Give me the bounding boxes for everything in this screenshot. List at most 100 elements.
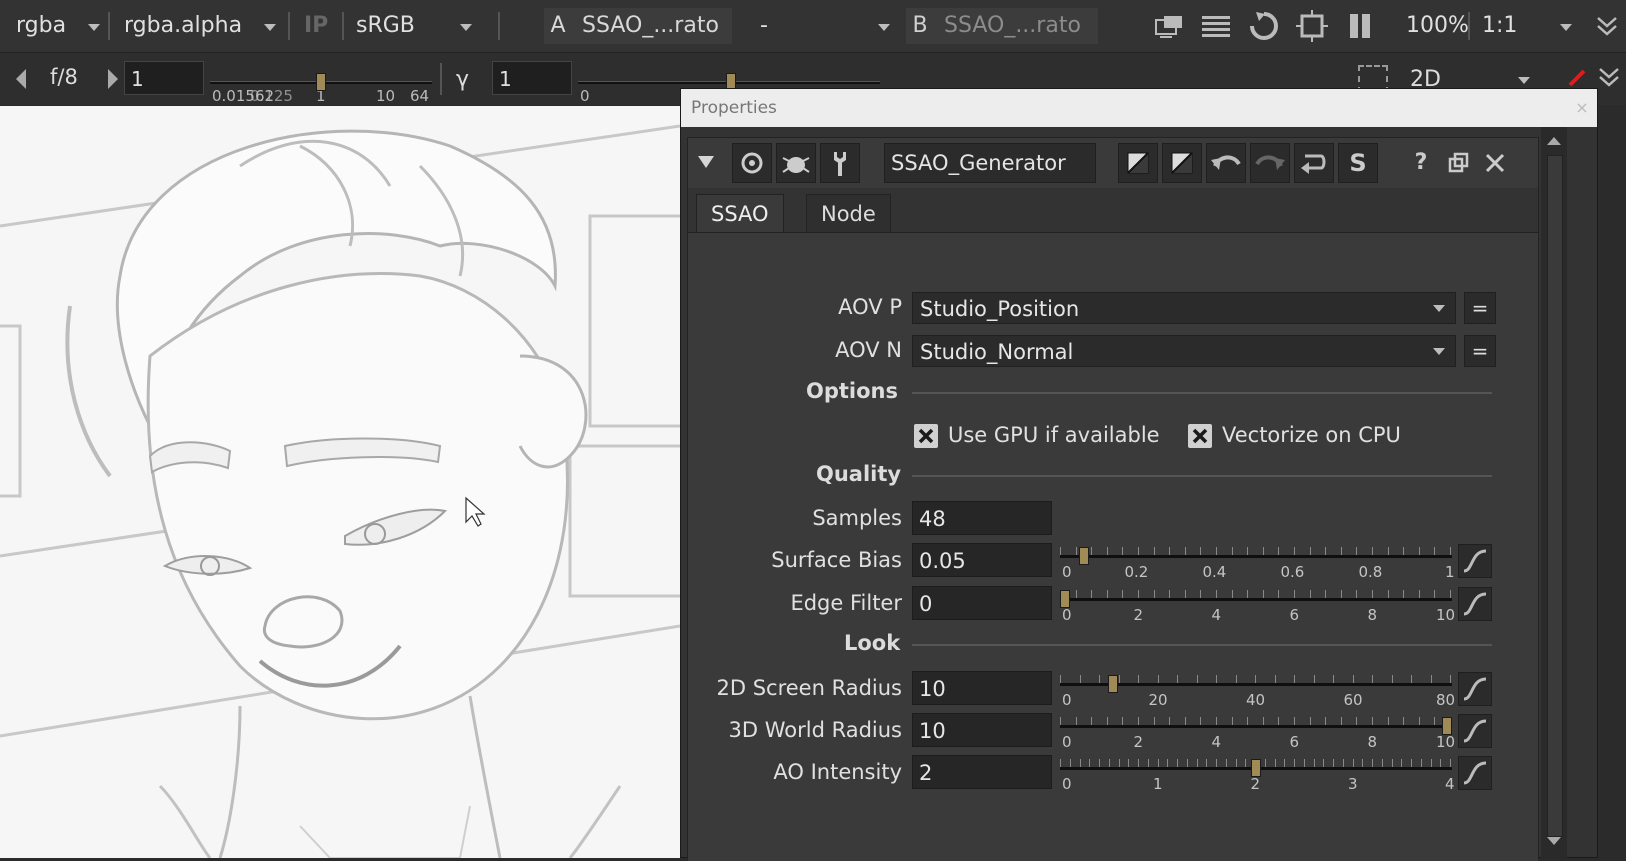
slider-tick [1372, 590, 1373, 598]
slider-handle[interactable] [1442, 717, 1452, 735]
slider-tick [1158, 759, 1159, 767]
colorspace-dropdown[interactable]: sRGB [348, 6, 478, 46]
gain-slider[interactable]: 0.01562 0.125 1 10 64 [210, 63, 432, 105]
slider-tick [1245, 759, 1246, 767]
close-icon[interactable] [1482, 150, 1508, 176]
slider-tick-label: 6 [1289, 733, 1300, 751]
node-name-field[interactable]: SSAO_Generator [884, 143, 1096, 183]
slider-tick [1138, 717, 1139, 725]
samples-input[interactable]: 48 [912, 501, 1052, 535]
slider-handle[interactable] [1251, 759, 1261, 777]
gain-handle[interactable] [316, 73, 326, 91]
close-icon[interactable]: × [1573, 99, 1591, 117]
input-a-selector[interactable]: A SSAO_...rato [544, 8, 732, 44]
viewer-input-icon[interactable] [732, 143, 772, 183]
gpu-checkbox[interactable] [914, 424, 938, 448]
scroll-thumb[interactable] [1547, 155, 1563, 837]
ratio-dropdown[interactable]: 1:1 [1474, 6, 1574, 46]
wrench-icon[interactable] [820, 143, 860, 183]
curve-icon[interactable] [1458, 587, 1492, 621]
slider-tick [1148, 759, 1149, 767]
slider-handle[interactable] [1079, 547, 1089, 565]
screen-radius-slider[interactable]: 0 20 40 60 80 [1060, 671, 1455, 709]
roi-icon[interactable] [1294, 8, 1330, 44]
screen-radius-label: 2D Screen Radius [716, 676, 903, 700]
aov-n-value: Studio_Normal [920, 340, 1074, 364]
next-frame-icon[interactable] [106, 67, 120, 91]
channels-dropdown[interactable]: rgba [6, 6, 106, 46]
slider-tick [1177, 675, 1178, 683]
ao-intensity-input[interactable]: 2 [912, 755, 1052, 789]
world-radius-input[interactable]: 10 [912, 713, 1052, 747]
zoom-level[interactable]: 100% [1406, 10, 1469, 42]
previous-frame-icon[interactable] [14, 67, 28, 91]
color-swatch-icon[interactable] [1162, 143, 1202, 183]
panel-scrollbar[interactable] [1541, 127, 1567, 859]
double-chevron-down-icon[interactable] [1592, 8, 1622, 44]
curve-icon[interactable] [1458, 544, 1492, 578]
slider-tick [1450, 590, 1451, 598]
chevron-down-icon [1518, 77, 1530, 84]
vectorize-checkbox[interactable] [1188, 424, 1212, 448]
collapse-triangle-icon[interactable] [696, 152, 716, 172]
scroll-down-icon[interactable] [1545, 833, 1563, 849]
slider-tick [1187, 759, 1188, 767]
operation-dropdown[interactable]: - [744, 6, 894, 46]
slider-tick [1216, 675, 1217, 683]
monitor-icon[interactable] [1150, 8, 1186, 44]
slider-tick [1353, 759, 1354, 767]
gamma-input[interactable]: 1 [492, 61, 572, 95]
edge-filter-input[interactable]: 0 [912, 586, 1052, 620]
aov-p-link-button[interactable]: = [1464, 292, 1496, 324]
edge-filter-slider[interactable]: 0 2 4 6 8 10 [1060, 586, 1455, 624]
color-swatch-icon[interactable] [1118, 143, 1158, 183]
gain-input[interactable]: 1 [124, 61, 204, 95]
double-chevron-down-icon[interactable] [1596, 63, 1622, 93]
float-panel-icon[interactable] [1446, 150, 1472, 176]
help-icon[interactable]: ? [1406, 148, 1436, 178]
curve-icon[interactable] [1458, 672, 1492, 706]
undo-icon[interactable] [1206, 143, 1246, 183]
slider-tick [1372, 547, 1373, 555]
aov-n-dropdown[interactable]: Studio_Normal [912, 335, 1456, 367]
properties-panel: Properties × SSAO_Generator S ? SSAO Nod… [680, 88, 1598, 861]
surface-bias-slider[interactable]: 0 0.2 0.4 0.6 0.8 1 [1060, 543, 1455, 581]
input-b-selector[interactable]: B SSAO_...rato [906, 8, 1098, 44]
world-radius-slider[interactable]: 0 2 4 6 8 10 [1060, 713, 1455, 751]
lines-icon[interactable] [1198, 8, 1234, 44]
properties-title-bar[interactable]: Properties × [681, 89, 1597, 127]
viewer-canvas[interactable] [0, 106, 680, 858]
slider-tick [1109, 759, 1110, 767]
aov-n-link-button[interactable]: = [1464, 335, 1496, 367]
refresh-icon[interactable] [1246, 8, 1282, 44]
slider-tick [1341, 590, 1342, 598]
bug-icon[interactable] [776, 143, 816, 183]
section-quality: Quality [816, 462, 902, 486]
slider-tick [1206, 759, 1207, 767]
revert-icon[interactable] [1294, 143, 1334, 183]
tab-node[interactable]: Node [806, 194, 891, 233]
redo-icon[interactable] [1250, 143, 1290, 183]
tab-ssao[interactable]: SSAO [696, 194, 784, 233]
section-options: Options [806, 379, 898, 403]
alpha-channel-dropdown[interactable]: rgba.alpha [114, 6, 282, 46]
slider-tick [1294, 717, 1295, 725]
slider-tick [1232, 547, 1233, 555]
curve-icon[interactable] [1458, 714, 1492, 748]
paint-icon[interactable] [1566, 67, 1588, 89]
slider-tick [1216, 717, 1217, 725]
slider-tick [1247, 717, 1248, 725]
surface-bias-input[interactable]: 0.05 [912, 543, 1052, 577]
slider-handle[interactable] [1060, 590, 1070, 608]
ao-intensity-slider[interactable]: 0 1 2 3 4 [1060, 755, 1455, 793]
chevron-down-icon [1433, 348, 1445, 355]
aov-p-dropdown[interactable]: Studio_Position [912, 292, 1456, 324]
slider-handle[interactable] [1108, 675, 1118, 693]
scroll-up-icon[interactable] [1545, 133, 1563, 149]
s-icon[interactable]: S [1338, 143, 1378, 183]
screen-radius-input[interactable]: 10 [912, 671, 1052, 705]
slider-tick-label: 0 [1062, 775, 1072, 793]
curve-icon[interactable] [1458, 756, 1492, 790]
pause-icon[interactable] [1342, 8, 1378, 44]
ip-toggle[interactable]: IP [304, 10, 328, 42]
